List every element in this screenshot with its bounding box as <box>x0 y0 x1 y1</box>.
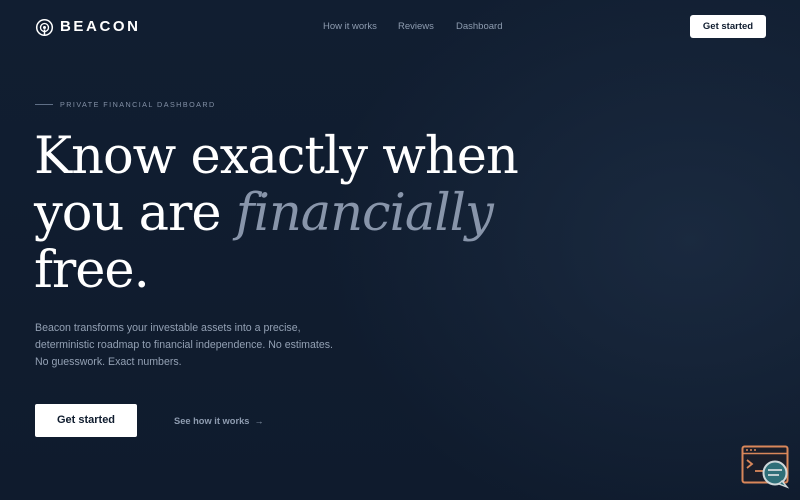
headline-line-2-plain: you are <box>34 184 236 243</box>
headline-accent-word: financially <box>235 184 494 243</box>
hero-headline: Know exactly when you are financially fr… <box>34 128 594 299</box>
see-how-it-works-link[interactable]: See how it works → <box>174 414 263 428</box>
see-how-it-works-label: See how it works <box>174 416 250 426</box>
nav-link-dashboard[interactable]: Dashboard <box>456 20 502 34</box>
top-nav: BEACON How it works Reviews Dashboard Ge… <box>0 0 800 54</box>
nav-links: How it works Reviews Dashboard <box>0 20 800 34</box>
nav-link-how-it-works[interactable]: How it works <box>323 20 377 34</box>
eyebrow: PRIVATE FINANCIAL DASHBOARD <box>35 99 216 110</box>
eyebrow-text: PRIVATE FINANCIAL DASHBOARD <box>60 100 216 109</box>
hero-get-started-button[interactable]: Get started <box>35 404 137 437</box>
hero-description-line: No guesswork. Exact numbers. <box>35 356 182 368</box>
hero-description: Beacon transforms your investable assets… <box>35 320 345 371</box>
headline-line-1: Know exactly when <box>34 127 519 186</box>
headline-line-2: you are financially <box>34 185 594 242</box>
hero-description-line: deterministic roadmap to financial indep… <box>35 339 333 351</box>
nav-link-reviews[interactable]: Reviews <box>398 20 434 34</box>
arrow-right-icon: → <box>254 416 264 426</box>
terminal-chat-icon <box>741 445 790 489</box>
floating-help-widget[interactable] <box>741 445 791 489</box>
nav-get-started-button[interactable]: Get started <box>690 15 766 38</box>
headline-line-3: free. <box>34 241 150 300</box>
hero-description-line: Beacon transforms your investable assets… <box>35 322 301 334</box>
eyebrow-divider <box>35 104 53 105</box>
